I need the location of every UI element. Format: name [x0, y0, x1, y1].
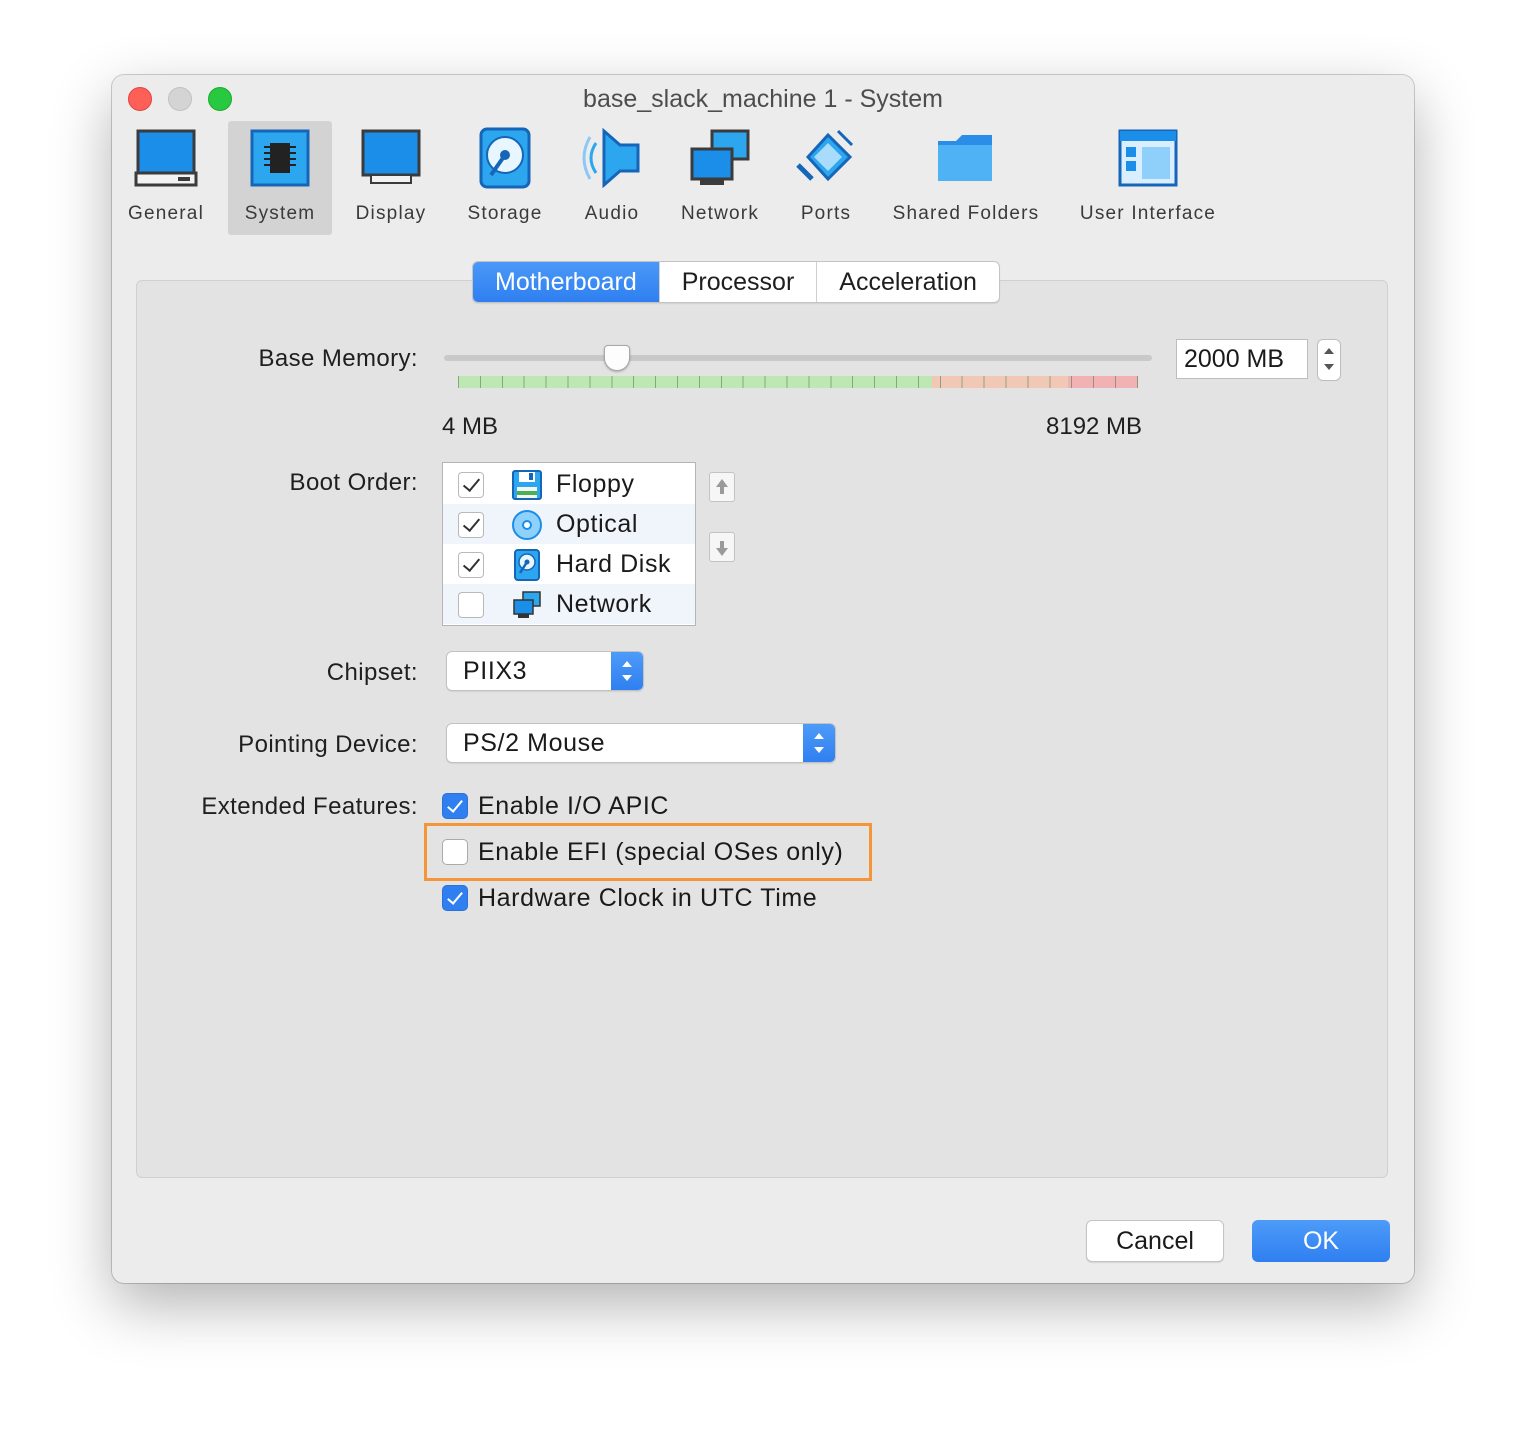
- hard-disk-icon: [514, 549, 540, 581]
- toolbar-item-system[interactable]: System: [228, 121, 332, 235]
- base-memory-input[interactable]: 2000 MB: [1176, 339, 1308, 379]
- optical-disc-icon: [512, 510, 542, 540]
- boot-item-label: Optical: [556, 510, 639, 538]
- boot-item-label: Network: [556, 590, 652, 618]
- boot-checkbox[interactable]: [458, 472, 484, 498]
- network-icon: [513, 591, 541, 618]
- base-memory-label: Base Memory:: [258, 345, 418, 372]
- extended-features-label: Extended Features:: [201, 793, 418, 820]
- stepper-down-icon[interactable]: [1324, 364, 1334, 370]
- boot-item-floppy[interactable]: Floppy: [443, 464, 695, 504]
- hardware-clock-utc-checkbox[interactable]: [442, 885, 468, 911]
- toolbar-item-user-interface[interactable]: User Interface: [1074, 121, 1222, 235]
- user-interface-icon: [1118, 129, 1178, 187]
- boot-item-optical[interactable]: Optical: [443, 504, 695, 544]
- general-icon: [134, 129, 198, 187]
- audio-icon: [582, 127, 640, 189]
- toolbar-label: Shared Folders: [892, 203, 1040, 224]
- pointing-device-value: PS/2 Mouse: [463, 729, 606, 757]
- boot-item-label: Floppy: [556, 470, 635, 498]
- toolbar-item-audio[interactable]: Audio: [574, 121, 650, 235]
- boot-item-label: Hard Disk: [556, 550, 672, 578]
- boot-order-list: Floppy Optical Hard Disk Network: [442, 462, 696, 626]
- system-icon: [250, 129, 310, 187]
- chevron-updown-icon: [803, 724, 835, 762]
- shared-folders-icon: [938, 135, 992, 181]
- toolbar-item-storage[interactable]: Storage: [460, 121, 550, 235]
- memory-max-label: 8192 MB: [1046, 413, 1143, 440]
- base-memory-stepper[interactable]: [1317, 339, 1341, 381]
- ports-icon: [796, 129, 854, 182]
- toolbar-item-general[interactable]: General: [124, 121, 208, 235]
- ok-button[interactable]: OK: [1252, 1220, 1390, 1262]
- toolbar-item-network[interactable]: Network: [672, 121, 768, 235]
- pointing-device-label: Pointing Device:: [238, 731, 418, 758]
- chevron-updown-icon: [611, 652, 643, 690]
- toolbar-label: Ports: [800, 203, 852, 224]
- toolbar-label: System: [244, 203, 316, 224]
- boot-item-network[interactable]: Network: [443, 584, 695, 624]
- base-memory-slider-track[interactable]: [444, 355, 1152, 361]
- enable-io-apic-checkbox[interactable]: [442, 793, 468, 819]
- toolbar-item-ports[interactable]: Ports: [788, 121, 864, 235]
- floppy-icon: [512, 470, 542, 500]
- chipset-label: Chipset:: [326, 659, 418, 686]
- base-memory-slider-thumb[interactable]: [603, 345, 630, 371]
- storage-icon: [479, 127, 531, 189]
- tab-processor[interactable]: Processor: [660, 262, 818, 302]
- boot-checkbox[interactable]: [458, 552, 484, 578]
- title-bar: base_slack_machine 1 - System: [112, 75, 1414, 121]
- move-down-button[interactable]: [709, 532, 735, 562]
- boot-checkbox[interactable]: [458, 592, 484, 618]
- cancel-button[interactable]: Cancel: [1086, 1220, 1224, 1262]
- memory-scale-ticks: [458, 376, 1138, 388]
- arrow-down-icon: [716, 548, 728, 556]
- enable-io-apic-label: Enable I/O APIC: [478, 792, 670, 820]
- boot-checkbox[interactable]: [458, 512, 484, 538]
- toolbar-item-shared-folders[interactable]: Shared Folders: [890, 121, 1042, 235]
- chipset-value: PIIX3: [463, 657, 528, 685]
- memory-min-label: 4 MB: [442, 413, 499, 440]
- settings-tabs: Motherboard Processor Acceleration: [472, 261, 1000, 303]
- toolbar-label: User Interface: [1079, 203, 1217, 224]
- arrow-up-icon: [716, 479, 728, 487]
- stepper-up-icon[interactable]: [1324, 348, 1334, 354]
- enable-efi-label: Enable EFI (special OSes only): [478, 838, 844, 866]
- network-icon: [690, 129, 750, 185]
- settings-toolbar: General System Display Storage Audio Net…: [112, 121, 1414, 241]
- hardware-clock-utc-label: Hardware Clock in UTC Time: [478, 884, 818, 912]
- move-up-button[interactable]: [709, 472, 735, 502]
- chipset-select[interactable]: PIIX3: [446, 651, 644, 691]
- boot-order-label: Boot Order:: [289, 469, 418, 496]
- toolbar-label: Network: [680, 203, 760, 224]
- toolbar-item-display[interactable]: Display: [348, 121, 434, 235]
- toolbar-label: Audio: [584, 203, 640, 224]
- pointing-device-select[interactable]: PS/2 Mouse: [446, 723, 836, 763]
- enable-efi-checkbox[interactable]: [442, 839, 468, 865]
- toolbar-label: Display: [355, 203, 427, 224]
- display-icon: [361, 129, 421, 184]
- window-title: base_slack_machine 1 - System: [583, 85, 943, 113]
- settings-window: base_slack_machine 1 - System General Sy…: [112, 75, 1414, 1283]
- tab-acceleration[interactable]: Acceleration: [817, 262, 999, 302]
- tab-motherboard[interactable]: Motherboard: [473, 262, 660, 302]
- toolbar-label: Storage: [467, 203, 543, 224]
- boot-item-hard-disk[interactable]: Hard Disk: [443, 544, 695, 584]
- toolbar-label: General: [128, 203, 204, 224]
